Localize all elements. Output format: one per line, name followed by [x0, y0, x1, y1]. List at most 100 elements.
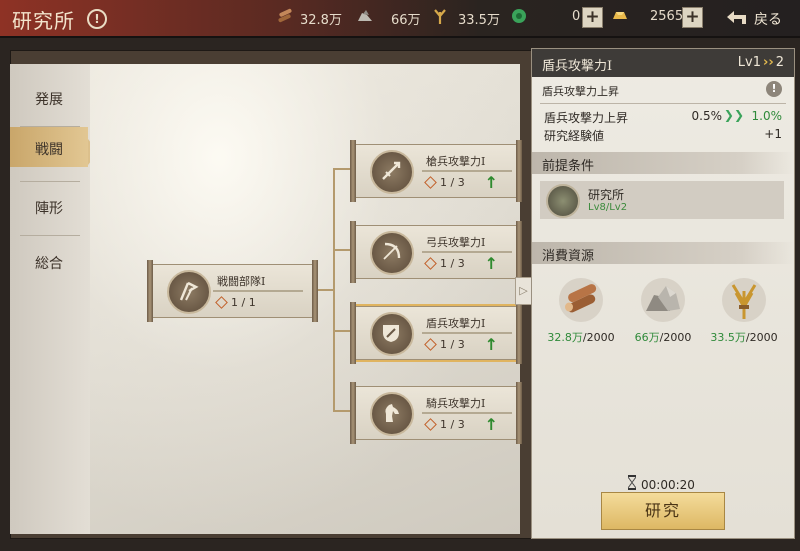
cost-have: 32.8万 [547, 331, 583, 344]
tech-level: 1 / 3 [428, 176, 465, 189]
stat-value: +1 [764, 127, 782, 141]
horse-icon [370, 392, 414, 436]
back-button[interactable]: 戻る [724, 6, 790, 30]
tab-label: 総合 [35, 256, 63, 272]
tech-level-value: 1 / 3 [440, 176, 465, 189]
cost-need: /2000 [745, 331, 778, 344]
prereq-header-label: 前提条件 [542, 159, 595, 174]
cost-header: 消費資源 [532, 242, 794, 264]
cost-stone: 66万/2000 [628, 277, 698, 345]
stat-name: 研究経験値 [544, 129, 605, 143]
tech-level: 1 / 3 [428, 418, 465, 431]
stat-row: 研究経験値 +1 [544, 127, 782, 144]
tech-level: 1 / 3 [428, 338, 465, 351]
tab-combat[interactable]: 戦闘 [10, 127, 98, 167]
info-icon[interactable]: ! [87, 9, 107, 29]
jade-icon [512, 9, 526, 23]
tech-detail-panel: 盾兵攻撃力Ⅰ Lv1 ›› 2 盾兵攻撃力上昇 ! 盾兵攻撃力上昇 0.5% ❯❯ … [531, 48, 795, 539]
stone-icon [640, 277, 686, 323]
increase-chevron-icon: ❯❯ [723, 108, 744, 122]
top-bar: 研究所 ! 32.8万 66万 33.5万 0 + 2565 + 戻る [0, 0, 800, 38]
tech-divider [422, 332, 512, 334]
tech-name: 盾兵攻撃力Ⅰ [426, 317, 486, 330]
tech-divider [213, 290, 303, 292]
cost-have: 33.5万 [710, 331, 746, 344]
tech-node-cavalry-attack[interactable]: 騎兵攻撃力Ⅰ 1 / 3 ↑ [350, 382, 522, 444]
grain-icon [434, 9, 446, 24]
tab-development[interactable]: 発展 [10, 73, 90, 123]
stat-to: 1.0% [751, 109, 783, 123]
tab-label: 発展 [35, 92, 63, 108]
tech-node-combat-troops[interactable]: 戦闘部隊Ⅰ 1 / 1 [147, 260, 318, 322]
tech-node-bow-attack[interactable]: 弓兵攻撃力Ⅰ 1 / 3 ↑ [350, 221, 522, 283]
tab-label: 陣形 [35, 201, 63, 217]
tech-node-spear-attack[interactable]: 槍兵攻撃力Ⅰ 1 / 3 ↑ [350, 140, 522, 202]
prereq-have: Lv8 [588, 202, 606, 213]
flag-icon [167, 270, 211, 314]
add-jade-button[interactable]: + [582, 7, 603, 28]
cost-amount: 33.5万/2000 [709, 329, 779, 345]
category-sidebar: 発展 戦闘 陣形 総合 [10, 64, 98, 534]
grain-amount: 33.5万 [458, 13, 500, 28]
hourglass-icon [628, 475, 636, 490]
upgradeable-arrow-icon: ↑ [484, 415, 498, 434]
tech-level: 1 / 1 [219, 296, 256, 309]
jade-amount: 0 [572, 9, 581, 24]
tree-line [318, 289, 334, 291]
gold-icon [613, 12, 627, 19]
cost-wood: 32.8万/2000 [546, 277, 616, 345]
bow-icon [370, 231, 414, 275]
tree-line [333, 168, 335, 411]
info-icon[interactable]: ! [766, 81, 782, 97]
wood-amount: 32.8万 [300, 13, 342, 28]
upgradeable-arrow-icon: ↑ [484, 335, 498, 354]
tech-name: 弓兵攻撃力Ⅰ [426, 236, 486, 249]
panel-header: 盾兵攻撃力Ⅰ Lv1 ›› 2 [532, 49, 794, 77]
stat-row: 盾兵攻撃力上昇 0.5% ❯❯ 1.0% [544, 108, 783, 126]
tab-divider [20, 235, 80, 236]
tech-level-value: 1 / 3 [440, 418, 465, 431]
add-gold-button[interactable]: + [682, 7, 703, 28]
tech-level-value: 1 / 1 [231, 296, 256, 309]
stone-icon [358, 10, 372, 21]
cost-grain: 33.5万/2000 [709, 277, 779, 345]
tab-formation[interactable]: 陣形 [10, 182, 90, 232]
tech-name: 槍兵攻撃力Ⅰ [426, 155, 486, 168]
prereq-name: 研究所 [588, 188, 625, 202]
tech-node-shield-attack[interactable]: 盾兵攻撃力Ⅰ 1 / 3 ↑ [350, 302, 522, 364]
tech-name: 騎兵攻撃力Ⅰ [426, 397, 486, 410]
level-indicator: Lv1 ›› 2 [738, 55, 784, 70]
level-next: 2 [775, 55, 784, 70]
back-arrow-icon [727, 11, 746, 24]
tech-name: 戦闘部隊Ⅰ [217, 275, 266, 288]
prereq-item: 研究所 Lv8/Lv2 [540, 181, 784, 219]
panel-title: 盾兵攻撃力Ⅰ [542, 59, 613, 74]
gold-amount: 2565 [650, 9, 684, 24]
research-timer: 00:00:20 [628, 475, 695, 492]
shield-icon [370, 312, 414, 356]
tab-general[interactable]: 総合 [10, 237, 90, 287]
prereq-level: Lv8/Lv2 [588, 202, 627, 213]
cost-header-label: 消費資源 [542, 249, 595, 264]
research-button[interactable]: 研究 [601, 492, 725, 530]
tech-description: 盾兵攻撃力上昇 [542, 85, 619, 98]
stone-amount: 66万 [391, 13, 421, 28]
tech-divider [422, 170, 512, 172]
tech-divider [422, 412, 512, 414]
prereq-need: /Lv2 [605, 202, 628, 213]
upgradeable-arrow-icon: ↑ [484, 173, 498, 192]
tab-label: 戦闘 [35, 142, 63, 158]
tech-level-value: 1 / 3 [440, 338, 465, 351]
collapse-panel-button[interactable]: ▷ [515, 277, 532, 305]
cost-have: 66万 [634, 331, 660, 344]
stat-from: 0.5% [691, 109, 723, 123]
cost-amount: 32.8万/2000 [546, 329, 616, 345]
wood-icon [558, 277, 604, 323]
research-institute-icon [546, 184, 580, 218]
tech-level-value: 1 / 3 [440, 257, 465, 270]
stat-name: 盾兵攻撃力上昇 [544, 111, 629, 125]
divider [540, 103, 786, 104]
tech-divider [422, 251, 512, 253]
timer-value: 00:00:20 [641, 478, 695, 492]
cost-amount: 66万/2000 [628, 329, 698, 345]
